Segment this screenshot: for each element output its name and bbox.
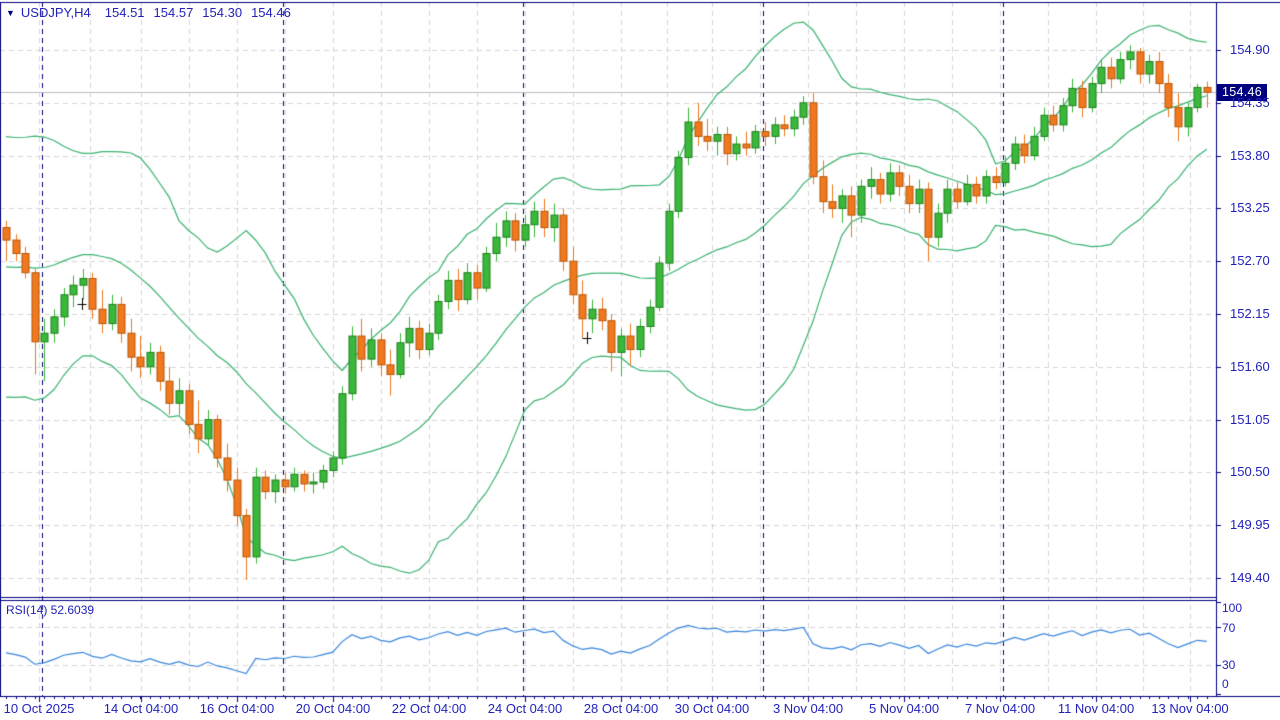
date-tick-label: 3 Nov 04:00 bbox=[773, 701, 843, 716]
date-tick-label: 11 Nov 04:00 bbox=[1058, 701, 1134, 716]
price-tick-label: 152.15 bbox=[1230, 306, 1270, 321]
rsi-level-label: 70 bbox=[1222, 621, 1235, 635]
price-tick-label: 153.80 bbox=[1230, 148, 1270, 163]
price-tick-label: 151.60 bbox=[1230, 359, 1270, 374]
trading-chart-window: ▼ USDJPY,H4 154.51 154.57 154.30 154.46 … bbox=[0, 0, 1280, 720]
rsi-level-label: 0 bbox=[1222, 677, 1229, 691]
price-tick-label: 152.70 bbox=[1230, 253, 1270, 268]
date-tick-label: 7 Nov 04:00 bbox=[965, 701, 1035, 716]
date-tick-label: 22 Oct 04:00 bbox=[392, 701, 466, 716]
date-tick-label: 24 Oct 04:00 bbox=[488, 701, 562, 716]
date-tick-label: 16 Oct 04:00 bbox=[200, 701, 274, 716]
price-tick-label: 154.90 bbox=[1230, 42, 1270, 57]
price-tick-label: 149.95 bbox=[1230, 517, 1270, 532]
date-tick-label: 5 Nov 04:00 bbox=[869, 701, 939, 716]
price-tick-label: 154.35 bbox=[1230, 95, 1270, 110]
price-tick-label: 153.25 bbox=[1230, 200, 1270, 215]
candlestick-chart-canvas[interactable] bbox=[0, 0, 1280, 720]
date-tick-label: 14 Oct 04:00 bbox=[104, 701, 178, 716]
date-tick-label: 30 Oct 04:00 bbox=[675, 701, 749, 716]
date-tick-label: 13 Nov 04:00 bbox=[1151, 701, 1228, 716]
date-tick-label: 10 Oct 2025 bbox=[4, 701, 75, 716]
rsi-level-label: 30 bbox=[1222, 658, 1235, 672]
date-tick-label: 20 Oct 04:00 bbox=[296, 701, 370, 716]
rsi-level-label: 100 bbox=[1222, 601, 1242, 615]
price-tick-label: 151.05 bbox=[1230, 412, 1270, 427]
price-tick-label: 149.40 bbox=[1230, 570, 1270, 585]
price-tick-label: 150.50 bbox=[1230, 464, 1270, 479]
date-tick-label: 28 Oct 04:00 bbox=[584, 701, 658, 716]
